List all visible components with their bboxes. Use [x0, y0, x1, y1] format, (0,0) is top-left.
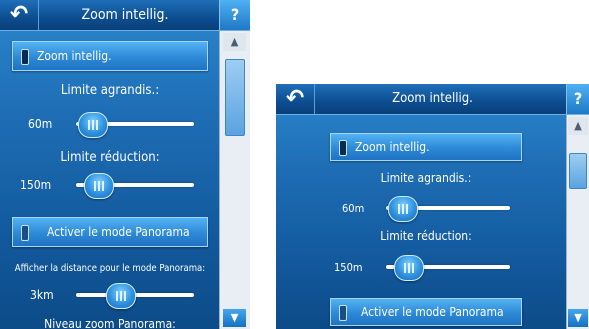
- panorama-mode-toggle[interactable]: Activer le mode Panorama: [12, 217, 208, 247]
- zoom-out-limit-slider[interactable]: [76, 173, 194, 199]
- scroll-down-icon[interactable]: ▼: [568, 309, 588, 327]
- panorama-mode-toggle[interactable]: Activer le mode Panorama: [330, 298, 522, 326]
- panorama-distance-label: Afficher la distance pour le mode Panora…: [14, 263, 206, 274]
- smart-zoom-toggle[interactable]: Zoom intellig.: [330, 133, 522, 161]
- zoom-in-limit-slider[interactable]: [76, 112, 194, 138]
- scrollbar[interactable]: ▲ ▼: [566, 115, 589, 329]
- slider-knob-icon[interactable]: [84, 173, 114, 199]
- toggle-indicator-icon: [21, 49, 29, 65]
- settings-screen-left: ↶ Zoom intellig. ? Zoom intellig. Limite…: [0, 0, 250, 329]
- zoom-in-limit-label: Limite agrandis.:: [380, 171, 472, 185]
- zoom-in-limit-value: 60m: [28, 117, 53, 131]
- settings-content: Zoom intellig. Limite agrandis.: 60m Lim…: [276, 115, 567, 329]
- slider-knob-icon[interactable]: [106, 283, 136, 309]
- title-bar: ↶ Zoom intellig. ?: [276, 84, 589, 115]
- panorama-distance-slider[interactable]: [76, 283, 194, 309]
- help-icon: ?: [230, 5, 240, 24]
- zoom-out-limit-label: Limite réduction:: [60, 150, 160, 165]
- panorama-mode-toggle-label: Activer le mode Panorama: [47, 225, 190, 239]
- smart-zoom-toggle[interactable]: Zoom intellig.: [12, 41, 208, 71]
- toggle-indicator-icon: [339, 140, 347, 156]
- scroll-up-icon[interactable]: ▲: [568, 117, 588, 135]
- panorama-distance-value: 3km: [30, 288, 54, 302]
- back-button[interactable]: ↶: [0, 0, 39, 30]
- slider-knob-icon[interactable]: [388, 196, 418, 222]
- scroll-thumb[interactable]: [569, 153, 587, 189]
- zoom-in-limit-label: Limite agrandis.:: [60, 83, 160, 98]
- help-button[interactable]: ?: [566, 84, 589, 114]
- zoom-in-limit-slider[interactable]: [386, 196, 510, 222]
- help-icon: ?: [573, 89, 583, 108]
- page-title: Zoom intellig.: [392, 91, 473, 106]
- zoom-out-limit-label: Limite réduction:: [380, 229, 472, 243]
- slider-knob-icon[interactable]: [394, 255, 424, 281]
- scroll-up-icon[interactable]: ▲: [223, 33, 246, 51]
- toggle-indicator-icon: [339, 305, 347, 321]
- title-bar: ↶ Zoom intellig. ?: [0, 0, 250, 31]
- toggle-indicator-icon: [21, 225, 29, 241]
- page-title: Zoom intellig.: [81, 7, 169, 23]
- scroll-down-icon[interactable]: ▼: [223, 309, 246, 327]
- zoom-out-limit-value: 150m: [20, 178, 52, 192]
- scrollbar[interactable]: ▲ ▼: [219, 31, 250, 329]
- zoom-out-limit-value: 150m: [334, 261, 363, 274]
- panorama-zoom-level-label: Niveau zoom Panorama:: [44, 317, 176, 329]
- back-arrow-icon: ↶: [9, 0, 29, 28]
- zoom-in-limit-value: 60m: [342, 202, 365, 215]
- settings-screen-right: ↶ Zoom intellig. ? Zoom intellig. Limite…: [276, 84, 589, 329]
- back-arrow-icon: ↶: [285, 84, 305, 112]
- zoom-out-limit-slider[interactable]: [386, 255, 510, 281]
- smart-zoom-toggle-label: Zoom intellig.: [355, 140, 430, 154]
- back-button[interactable]: ↶: [276, 84, 315, 114]
- help-button[interactable]: ?: [219, 0, 250, 30]
- scroll-thumb[interactable]: [225, 59, 245, 136]
- settings-content: Zoom intellig. Limite agrandis.: 60m Lim…: [0, 31, 220, 329]
- smart-zoom-toggle-label: Zoom intellig.: [37, 49, 112, 63]
- slider-knob-icon[interactable]: [78, 112, 108, 138]
- panorama-mode-toggle-label: Activer le mode Panorama: [361, 305, 504, 319]
